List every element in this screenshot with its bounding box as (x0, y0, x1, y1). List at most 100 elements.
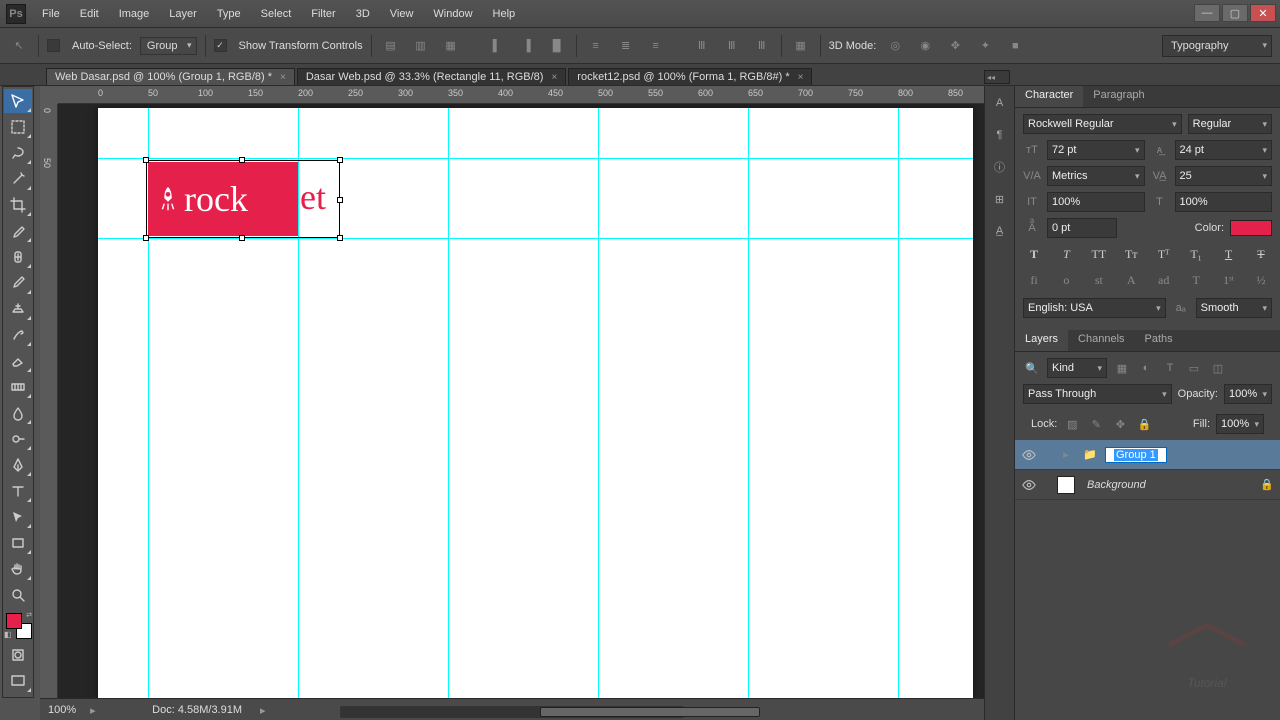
paragraph-panel-icon[interactable]: ¶ (989, 124, 1011, 146)
minimize-button[interactable]: — (1194, 4, 1220, 22)
dist-vmid-icon[interactable]: ≣ (615, 35, 637, 57)
transform-handle[interactable] (239, 157, 245, 163)
text-color-swatch[interactable] (1230, 220, 1272, 236)
underline[interactable]: T (1218, 244, 1240, 264)
lock-position-icon[interactable]: ✥ (1111, 415, 1129, 433)
hand-tool[interactable] (4, 557, 32, 581)
tab-character[interactable]: Character (1015, 86, 1083, 107)
menu-edit[interactable]: Edit (70, 8, 109, 20)
vscale-field[interactable]: 100% (1047, 192, 1145, 212)
filter-adjust-icon[interactable]: ◐ (1137, 359, 1155, 377)
guide[interactable] (448, 108, 449, 698)
align-hcenter-icon[interactable]: ▐ (516, 35, 538, 57)
ot-ordinals[interactable]: 1ˢᵗ (1218, 270, 1240, 290)
ot-swash[interactable]: A (1120, 270, 1142, 290)
dist-bottom-icon[interactable]: ≡ (645, 35, 667, 57)
menu-window[interactable]: Window (423, 8, 482, 20)
transform-checkbox[interactable]: ✓ (214, 39, 227, 52)
transform-handle[interactable] (337, 157, 343, 163)
menu-filter[interactable]: Filter (301, 8, 345, 20)
close-icon[interactable]: × (280, 72, 286, 83)
menu-type[interactable]: Type (207, 8, 251, 20)
zoom-tool[interactable] (4, 583, 32, 607)
lock-transparency-icon[interactable]: ▨ (1063, 415, 1081, 433)
menu-view[interactable]: View (380, 8, 424, 20)
horizontal-ruler[interactable]: 0 50 100 150 200 250 300 350 400 450 500… (58, 86, 984, 104)
language-select[interactable]: English: USA (1023, 298, 1166, 318)
layer-filter-select[interactable]: Kind (1047, 358, 1107, 378)
align-top-icon[interactable]: ▤ (380, 35, 402, 57)
status-expand-icon[interactable]: ▸ (90, 704, 102, 716)
character-panel-icon[interactable]: A (989, 92, 1011, 114)
fill-field[interactable]: 100% (1216, 414, 1264, 434)
transform-handle[interactable] (239, 235, 245, 241)
align-bottom-icon[interactable]: ▦ (440, 35, 462, 57)
menu-select[interactable]: Select (251, 8, 302, 20)
dist-hcenter-icon[interactable]: Ⅲ (721, 35, 743, 57)
subscript[interactable]: T₁ (1185, 244, 1207, 264)
filter-type-icon[interactable]: T (1161, 359, 1179, 377)
3d-roll-icon[interactable]: ◉ (914, 35, 936, 57)
antialias-select[interactable]: Smooth (1196, 298, 1272, 318)
styles-panel-icon[interactable]: ⊞ (989, 188, 1011, 210)
filter-pixel-icon[interactable]: ▦ (1113, 359, 1131, 377)
vertical-ruler[interactable]: 0 50 (40, 104, 58, 698)
3d-pan-icon[interactable]: ✥ (944, 35, 966, 57)
ot-contextual[interactable]: o (1055, 270, 1077, 290)
eraser-tool[interactable] (4, 349, 32, 373)
blur-tool[interactable] (4, 401, 32, 425)
foreground-color[interactable] (6, 613, 22, 629)
guide[interactable] (898, 108, 899, 698)
align-right-icon[interactable]: █ (546, 35, 568, 57)
visibility-toggle[interactable] (1021, 447, 1037, 463)
swap-colors-icon[interactable]: ⇄ (26, 611, 32, 619)
lasso-tool[interactable] (4, 141, 32, 165)
tab-webdasar[interactable]: Web Dasar.psd @ 100% (Group 1, RGB/8) * … (46, 68, 295, 85)
ot-discretionary[interactable]: st (1088, 270, 1110, 290)
eyedropper-tool[interactable] (4, 219, 32, 243)
rectangle-tool[interactable] (4, 531, 32, 555)
crop-tool[interactable] (4, 193, 32, 217)
close-button[interactable]: ✕ (1250, 4, 1276, 22)
zoom-value[interactable]: 100% (48, 704, 76, 716)
strikethrough[interactable]: Ŧ (1250, 244, 1272, 264)
lock-pixels-icon[interactable]: ✎ (1087, 415, 1105, 433)
type-tool[interactable] (4, 479, 32, 503)
layer-thumbnail[interactable] (1057, 476, 1075, 494)
tab-paths[interactable]: Paths (1135, 330, 1183, 351)
default-colors-icon[interactable]: ◧ (4, 630, 12, 639)
menu-help[interactable]: Help (483, 8, 526, 20)
transform-handle[interactable] (143, 235, 149, 241)
scrollbar-thumb[interactable] (540, 707, 760, 717)
pen-tool[interactable] (4, 453, 32, 477)
baseline-field[interactable]: 0 pt (1047, 218, 1117, 238)
leading-field[interactable]: 24 pt (1175, 140, 1273, 160)
expand-arrow-icon[interactable]: ▸ (1057, 446, 1075, 464)
path-selection-tool[interactable] (4, 505, 32, 529)
menu-3d[interactable]: 3D (346, 8, 380, 20)
font-style-select[interactable]: Regular (1188, 114, 1272, 134)
opacity-field[interactable]: 100% (1224, 384, 1272, 404)
tab-paragraph[interactable]: Paragraph (1083, 86, 1154, 107)
horizontal-scrollbar[interactable] (340, 706, 684, 718)
font-size-field[interactable]: 72 pt (1047, 140, 1145, 160)
lock-all-icon[interactable]: 🔒 (1135, 415, 1153, 433)
3d-zoom-icon[interactable]: ■ (1004, 35, 1026, 57)
guide[interactable] (598, 108, 599, 698)
3d-slide-icon[interactable]: ✦ (974, 35, 996, 57)
close-icon[interactable]: × (798, 72, 804, 83)
transform-handle[interactable] (337, 197, 343, 203)
transform-handle[interactable] (143, 157, 149, 163)
brush-tool[interactable] (4, 271, 32, 295)
glyphs-panel-icon[interactable]: ⓘ (989, 156, 1011, 178)
visibility-toggle[interactable] (1021, 477, 1037, 493)
gradient-tool[interactable] (4, 375, 32, 399)
menu-image[interactable]: Image (109, 8, 160, 20)
dist-top-icon[interactable]: ≡ (585, 35, 607, 57)
autoselect-target-select[interactable]: Group (140, 37, 197, 55)
ot-ligatures[interactable]: fi (1023, 270, 1045, 290)
tab-rocket12[interactable]: rocket12.psd @ 100% (Forma 1, RGB/8#) * … (568, 68, 812, 85)
guide[interactable] (98, 238, 973, 239)
tab-channels[interactable]: Channels (1068, 330, 1134, 351)
ot-titling[interactable]: T (1185, 270, 1207, 290)
